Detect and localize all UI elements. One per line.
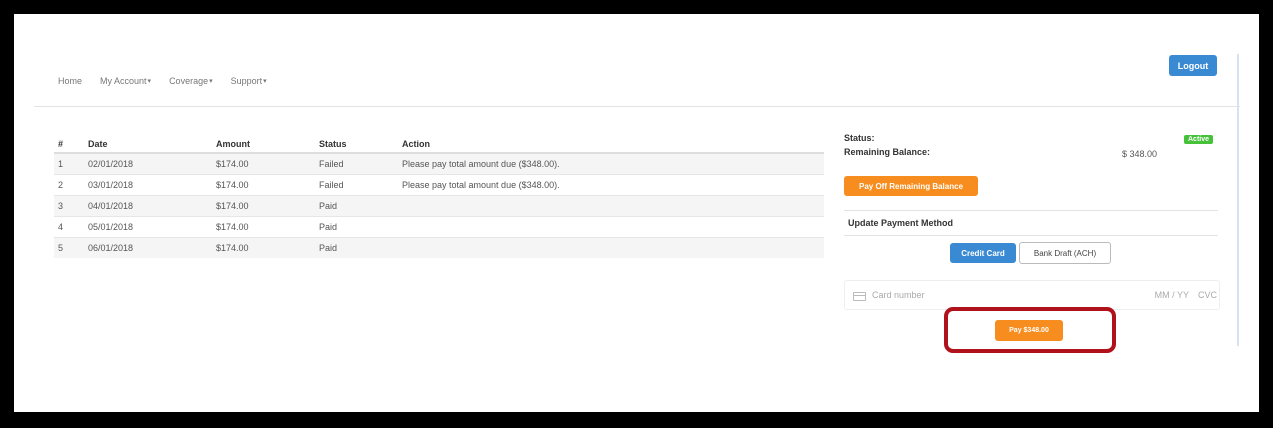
column-header-num: # bbox=[54, 136, 84, 154]
column-header-date: Date bbox=[84, 136, 212, 154]
credit-card-icon bbox=[853, 292, 866, 301]
nav-home[interactable]: Home bbox=[58, 76, 82, 86]
cell-action bbox=[398, 216, 824, 238]
column-header-amount: Amount bbox=[212, 136, 315, 154]
table-row: 5 06/01/2018 $174.00 Paid bbox=[54, 237, 824, 258]
cell-date: 05/01/2018 bbox=[84, 216, 212, 238]
nav-home-label: Home bbox=[58, 76, 83, 86]
expiry-placeholder: MM / YY bbox=[1154, 290, 1189, 300]
top-nav: Home My Account ▾ Coverage ▾ Support ▾ bbox=[58, 76, 267, 86]
cell-status: Paid bbox=[315, 195, 398, 217]
logout-button[interactable]: Logout bbox=[1169, 55, 1217, 76]
caret-down-icon: ▾ bbox=[209, 78, 213, 85]
table-row: 1 02/01/2018 $174.00 Failed Please pay t… bbox=[54, 152, 824, 175]
balance-value: $ 348.00 bbox=[1122, 149, 1158, 159]
status-label: Status: bbox=[844, 133, 875, 143]
section-divider bbox=[844, 235, 1218, 236]
cell-status: Failed bbox=[315, 174, 398, 196]
credit-card-button[interactable]: Credit Card bbox=[950, 243, 1016, 263]
pay-off-balance-button[interactable]: Pay Off Remaining Balance bbox=[844, 176, 978, 196]
cell-amount: $174.00 bbox=[212, 174, 315, 196]
cell-amount: $174.00 bbox=[212, 152, 315, 175]
table-row: 3 04/01/2018 $174.00 Paid bbox=[54, 195, 824, 217]
table-row: 2 03/01/2018 $174.00 Failed Please pay t… bbox=[54, 174, 824, 196]
cell-action: Please pay total amount due ($348.00). bbox=[398, 152, 824, 175]
cell-num: 3 bbox=[54, 195, 84, 217]
table-header-row: # Date Amount Status Action bbox=[54, 136, 824, 154]
nav-coverage[interactable]: Coverage ▾ bbox=[169, 76, 213, 86]
cell-num: 1 bbox=[54, 152, 84, 175]
column-header-status: Status bbox=[315, 136, 398, 154]
section-divider bbox=[844, 210, 1218, 211]
status-badge: Active bbox=[1184, 135, 1214, 144]
scrollbar-track[interactable] bbox=[1237, 54, 1239, 346]
table-row: 4 05/01/2018 $174.00 Paid bbox=[54, 216, 824, 238]
cell-num: 2 bbox=[54, 174, 84, 196]
cell-action bbox=[398, 195, 824, 217]
nav-my-account-label: My Account bbox=[100, 76, 147, 86]
nav-support-label: Support bbox=[230, 76, 263, 86]
cell-date: 02/01/2018 bbox=[84, 152, 212, 175]
cell-amount: $174.00 bbox=[212, 237, 315, 258]
header-divider bbox=[34, 106, 1240, 107]
cell-num: 5 bbox=[54, 237, 84, 258]
cell-date: 04/01/2018 bbox=[84, 195, 212, 217]
nav-coverage-label: Coverage bbox=[169, 76, 209, 86]
payments-table: # Date Amount Status Action 1 02/01/2018… bbox=[54, 136, 824, 258]
caret-down-icon: ▾ bbox=[147, 78, 152, 85]
pay-button[interactable]: Pay $348.00 bbox=[995, 320, 1063, 341]
nav-my-account[interactable]: My Account ▾ bbox=[100, 76, 151, 86]
cell-date: 03/01/2018 bbox=[84, 174, 212, 196]
update-payment-method-title: Update Payment Method bbox=[848, 218, 954, 228]
cell-action bbox=[398, 237, 824, 258]
balance-label: Remaining Balance: bbox=[844, 147, 931, 157]
cell-status: Paid bbox=[315, 237, 398, 258]
cvc-placeholder: CVC bbox=[1197, 290, 1217, 300]
column-header-action: Action bbox=[398, 136, 824, 154]
cell-status: Failed bbox=[315, 152, 398, 175]
cell-num: 4 bbox=[54, 216, 84, 238]
browser-frame: Home My Account ▾ Coverage ▾ Support ▾ Logo… bbox=[14, 14, 1259, 412]
cell-status: Paid bbox=[315, 216, 398, 238]
bank-draft-ach-button[interactable]: Bank Draft (ACH) bbox=[1019, 242, 1111, 264]
nav-support[interactable]: Support ▾ bbox=[231, 76, 267, 86]
card-number-placeholder: Card number bbox=[872, 290, 925, 300]
cell-amount: $174.00 bbox=[212, 195, 315, 217]
caret-down-icon: ▾ bbox=[263, 78, 267, 85]
cell-date: 06/01/2018 bbox=[84, 237, 212, 258]
cell-action: Please pay total amount due ($348.00). bbox=[398, 174, 824, 196]
card-input[interactable]: Card number MM / YY CVC bbox=[844, 280, 1220, 310]
cell-amount: $174.00 bbox=[212, 216, 315, 238]
